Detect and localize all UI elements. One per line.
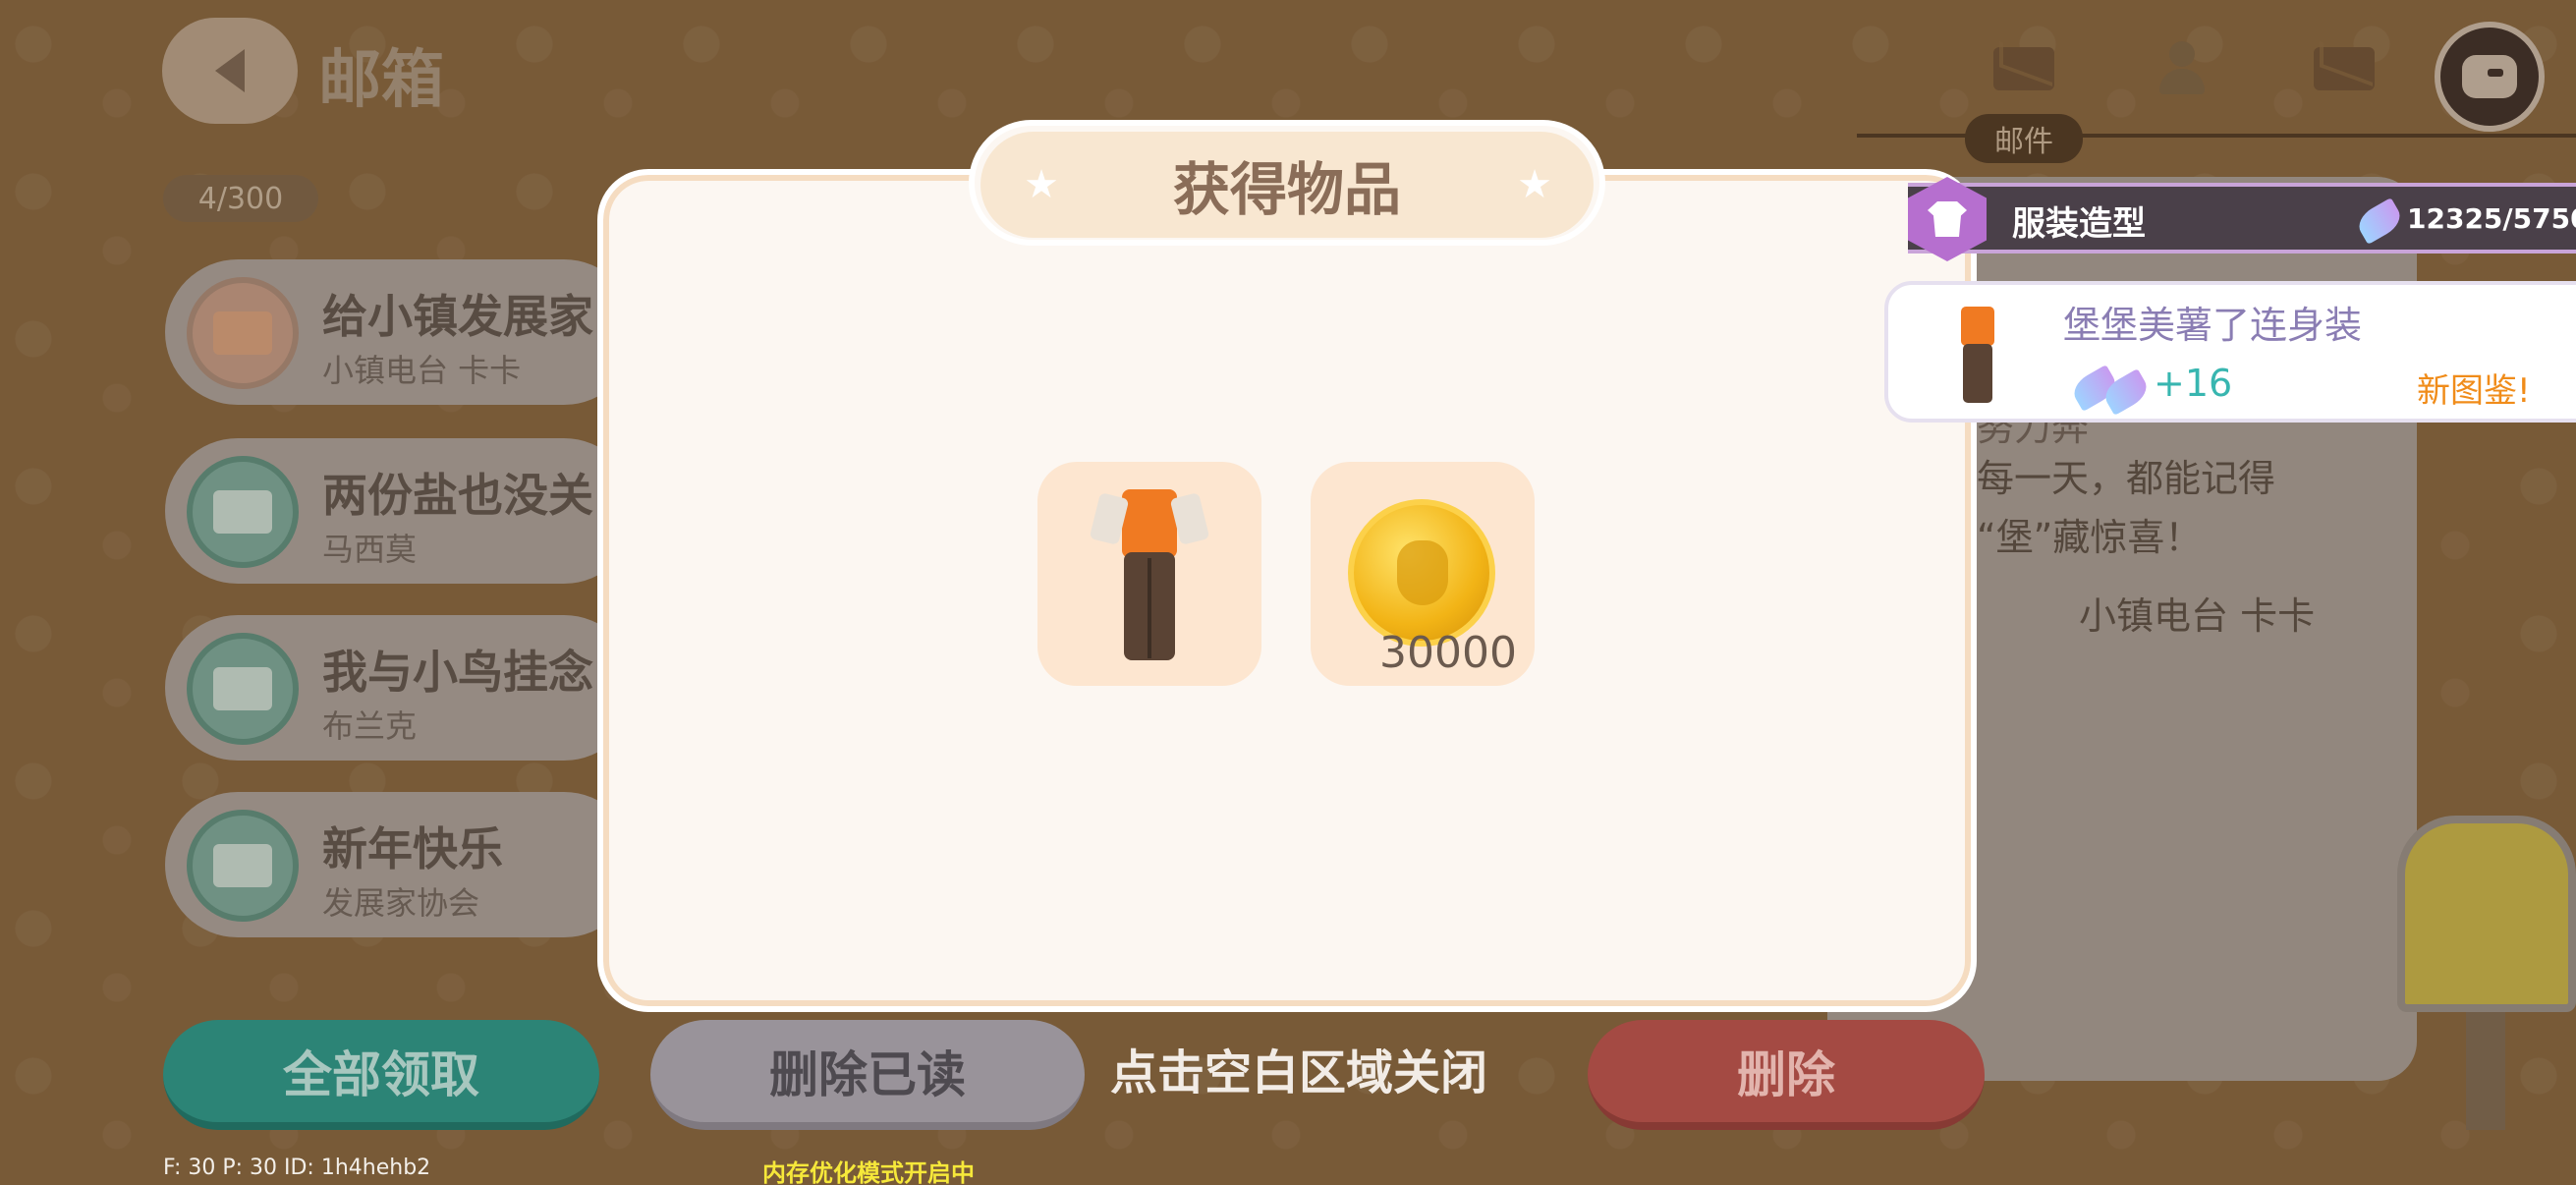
reward-item-coin[interactable]: 30000 xyxy=(1311,462,1535,686)
toast-item-name: 堡堡美薯了连身装 xyxy=(2063,304,2363,347)
memory-mode-notice: 内存优化模式开启中 xyxy=(762,1159,975,1185)
debug-stats: F: 30 P: 30 ID: 1h4hehb2 xyxy=(163,1156,431,1180)
modal-title: 获得物品 xyxy=(980,132,1594,238)
toast-progress: 12325/57506 xyxy=(2407,202,2576,235)
toast-category: 服装造型 xyxy=(2012,204,2146,244)
star-icon: ★ xyxy=(1517,162,1552,207)
outfit-icon xyxy=(1090,489,1209,660)
acorn-coin-icon xyxy=(1348,499,1495,647)
delete-button[interactable]: 删除 xyxy=(1588,1020,1985,1130)
item-quantity: 30000 xyxy=(1379,628,1517,678)
star-icon: ★ xyxy=(1024,162,1059,207)
close-hint: 点击空白区域关闭 xyxy=(1110,1045,1488,1100)
claim-all-button[interactable]: 全部领取 xyxy=(163,1020,599,1130)
rewards-modal xyxy=(597,169,1977,1012)
toast-points: +16 xyxy=(2154,362,2233,405)
delete-read-button[interactable]: 删除已读 xyxy=(650,1020,1085,1130)
reward-item-outfit[interactable] xyxy=(1037,462,1261,686)
outfit-thumbnail-icon xyxy=(1961,307,1994,403)
toast-new-tag: 新图鉴! xyxy=(2417,371,2531,411)
